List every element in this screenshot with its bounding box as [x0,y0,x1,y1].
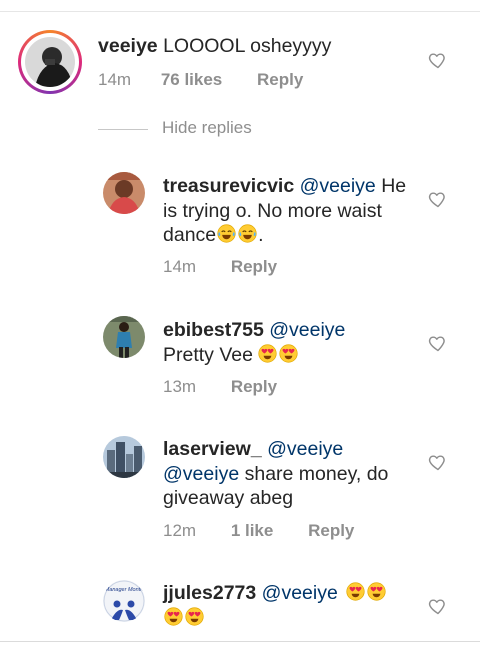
avatar[interactable] [103,436,145,478]
comment-body: LOOOOL osheyyyy [163,35,332,57]
comment-text: laserview_ @veeiye @veeiye share money, … [163,437,423,511]
avatar[interactable]: Manager Month [103,580,145,622]
heart-eyes-emoji [257,343,278,364]
top-divider [0,11,480,12]
heart-outline-icon[interactable] [428,50,448,70]
heart-outline-icon[interactable] [428,189,448,209]
comment-text: treasurevicvic @veeiye He is trying o. N… [163,174,423,248]
bottom-divider [0,641,480,642]
comment-text: jjules2773 @veeiye [163,581,423,630]
comment-meta: 14m 76 likes Reply [98,70,303,90]
username[interactable]: treasurevicvic [163,175,294,197]
comment-text: ebibest755 @veeiye Pretty Vee [163,318,423,367]
heart-eyes-emoji [278,343,299,364]
reply-button[interactable]: Reply [257,70,303,90]
heart-eyes-emoji [345,581,366,602]
comment-body: Pretty Vee [163,343,253,366]
heart-outline-icon[interactable] [428,596,448,616]
heart-eyes-emoji [163,606,184,627]
avatar-text: Manager Month [105,587,144,593]
hide-replies-label[interactable]: Hide replies [162,118,252,138]
avatar[interactable] [25,37,75,87]
reply-button[interactable]: Reply [308,521,354,541]
username[interactable]: jjules2773 [163,582,256,604]
mention-link[interactable]: @veeiye [267,438,343,460]
likes-count[interactable]: 1 like [231,521,274,541]
timestamp: 14m [98,70,132,89]
username[interactable]: veeiye [98,35,158,57]
comment-body: He [381,175,407,197]
comment-meta: 14m Reply [163,257,277,277]
username[interactable]: ebibest755 [163,319,264,341]
face-with-tears-of-joy-emoji [237,223,258,244]
reply-button[interactable]: Reply [231,257,277,277]
mention-link[interactable]: @veeiye [300,175,376,197]
reply-button[interactable]: Reply [231,377,277,397]
heart-eyes-emoji [366,581,387,602]
comment-body-line: is trying o. No more waist [163,199,382,222]
mention-link[interactable]: @veeiye [269,319,345,341]
comment-text: veeiye LOOOOL osheyyyy [98,34,428,59]
comment-meta: 13m Reply [163,377,277,397]
timestamp: 12m [163,521,197,540]
comment-body-line: giveaway abeg [163,487,294,509]
likes-count[interactable]: 76 likes [161,70,222,90]
timestamp: 13m [163,377,197,396]
comment-body: . [258,224,264,246]
avatar[interactable] [103,316,145,358]
comment-meta: 12m 1 like Reply [163,521,354,541]
heart-outline-icon[interactable] [428,452,448,472]
heart-outline-icon[interactable] [428,333,448,353]
avatar[interactable] [103,172,145,214]
timestamp: 14m [163,257,197,276]
divider [98,129,148,130]
comment-body: dance [163,224,217,246]
mention-link[interactable]: @veeiye [262,582,338,604]
username[interactable]: laserview_ [163,438,262,460]
heart-eyes-emoji [184,606,205,627]
face-with-tears-of-joy-emoji [216,223,237,244]
comment-body: share money, do [244,462,389,485]
mention-link[interactable]: @veeiye [163,463,239,485]
